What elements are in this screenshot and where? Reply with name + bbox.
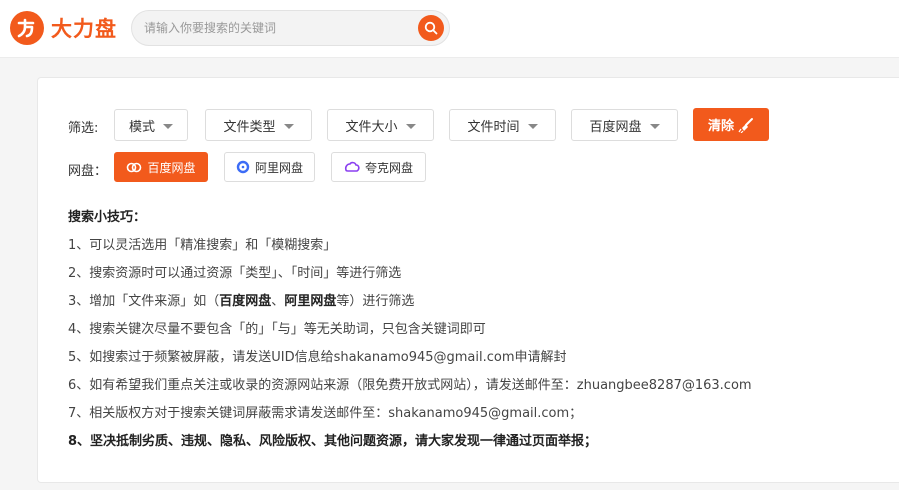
chevron-down-icon — [283, 123, 294, 129]
filter-file-time-label: 文件时间 — [467, 119, 520, 135]
disk-option-baidu[interactable]: 百度网盘 — [114, 152, 208, 182]
disk-label: 网盘： — [68, 164, 108, 179]
tip-line-4: 4、搜索关键次尽量不要包含「的」「与」等无关助词，只包含关键词即可 — [68, 322, 486, 337]
disk-option-aliyun[interactable]: 阿里网盘 — [224, 152, 315, 182]
clear-filters-button[interactable]: 清除 — [693, 108, 769, 141]
disk-option-label: 百度网盘 — [147, 160, 196, 175]
filter-mode-label: 模式 — [128, 119, 155, 135]
filter-file-size-dropdown[interactable]: 文件大小 — [327, 109, 434, 141]
aliyun-drive-icon — [236, 160, 250, 174]
site-name: 大力盘 — [51, 17, 117, 41]
filter-mode-dropdown[interactable]: 模式 — [114, 109, 188, 141]
chevron-down-icon — [405, 123, 416, 129]
tip-line-3-sep: 、 — [271, 294, 285, 309]
tip-line-1: 1、可以灵活选用「精准搜索」和「模糊搜索」 — [68, 238, 337, 253]
tip-line-2: 2、搜索资源时可以通过资源「类型」、「时间」等进行筛选 — [68, 266, 402, 281]
filter-disk-dropdown[interactable]: 百度网盘 — [571, 109, 678, 141]
filter-file-time-dropdown[interactable]: 文件时间 — [449, 109, 556, 141]
tip-source-aliyun: 阿里网盘 — [284, 294, 337, 309]
filter-disk-label: 百度网盘 — [589, 119, 642, 135]
filter-label: 筛选: — [68, 121, 99, 136]
filter-file-type-label: 文件类型 — [223, 119, 276, 135]
broom-icon — [738, 117, 753, 133]
filter-file-type-dropdown[interactable]: 文件类型 — [205, 109, 312, 141]
tip-line-8: 8、坚决抵制劣质、违规、隐私、风险版权、其他问题资源，请大家发现一律通过页面举报… — [68, 434, 598, 449]
search-panel: 筛选: 模式 文件类型 文件大小 文件时间 百度网盘 清除 网盘： 百度网盘 阿… — [37, 77, 899, 483]
chevron-down-icon — [649, 123, 660, 129]
tip-line-5: 5、如搜索过于频繁被屏蔽，请发送UID信息给shakanamo945@gmail… — [68, 350, 567, 365]
tip-source-baidu: 百度网盘 — [219, 294, 272, 309]
search-icon — [424, 21, 438, 35]
filter-file-size-label: 文件大小 — [345, 119, 398, 135]
chevron-down-icon — [163, 123, 173, 129]
search-button[interactable] — [418, 15, 444, 41]
tip-line-3: 3、增加「文件来源」如（百度网盘、阿里网盘等）进行筛选 — [68, 290, 414, 309]
search-input[interactable] — [144, 11, 414, 45]
site-logo[interactable]: 大力盘 — [10, 10, 117, 46]
disk-option-quark[interactable]: 夸克网盘 — [331, 152, 426, 182]
top-header: 大力盘 — [0, 0, 899, 58]
tips-title: 搜索小技巧： — [68, 210, 147, 225]
tip-line-7: 7、相关版权方对于搜索关键词屏蔽需求请发送邮件至：shakanamo945@gm… — [68, 406, 583, 421]
disk-option-label: 阿里网盘 — [254, 160, 303, 175]
tip-line-3-prefix: 3、增加「文件来源」如（ — [68, 294, 220, 309]
quark-drive-icon — [344, 161, 360, 172]
disk-option-label: 夸克网盘 — [364, 160, 413, 175]
baidu-cloud-icon — [127, 162, 142, 173]
chevron-down-icon — [527, 123, 538, 129]
logo-mark-icon — [10, 11, 44, 45]
tip-line-6: 6、如有希望我们重点关注或收录的资源网站来源（限免费开放式网站），请发送邮件至：… — [68, 378, 752, 393]
clear-label: 清除 — [707, 119, 734, 134]
tip-line-3-suffix: 等）进行筛选 — [336, 294, 415, 309]
search-box — [131, 10, 450, 46]
